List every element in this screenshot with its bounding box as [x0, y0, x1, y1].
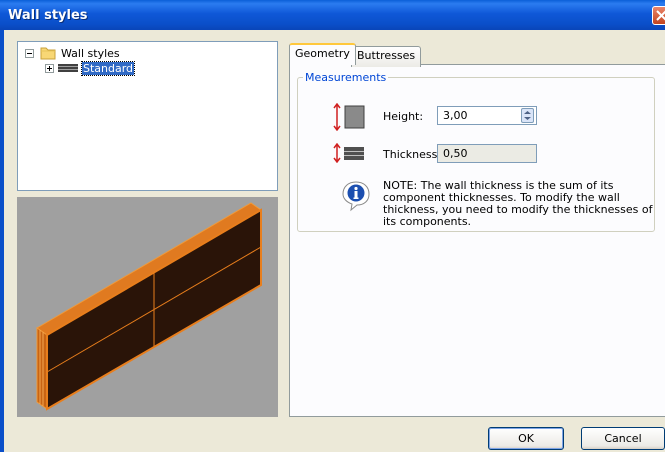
cancel-button[interactable]: Cancel — [581, 427, 665, 450]
height-icon — [333, 103, 365, 131]
wall-3d-preview[interactable] — [17, 197, 278, 417]
info-icon — [342, 181, 370, 212]
expand-icon[interactable] — [45, 63, 54, 73]
collapse-icon[interactable] — [25, 48, 34, 58]
window-title: Wall styles — [8, 8, 88, 23]
wall-model — [36, 202, 262, 411]
tab-geometry[interactable]: Geometry — [289, 43, 356, 65]
close-icon — [656, 10, 665, 21]
tree-node-wall-styles[interactable]: Wall styles — [25, 46, 120, 60]
thickness-field: 0,50 — [437, 144, 537, 163]
styles-tree[interactable]: Wall styles Standard — [17, 41, 278, 191]
tree-node-label: Standard — [80, 60, 136, 76]
thickness-icon — [333, 143, 364, 163]
height-spinner[interactable] — [521, 108, 534, 123]
height-label: Height: — [383, 110, 424, 123]
window-left-border — [0, 30, 4, 452]
folder-icon — [40, 47, 56, 60]
title-bar[interactable]: Wall styles — [0, 0, 665, 30]
tree-node-label: Wall styles — [61, 46, 120, 60]
spin-arrows-icon — [524, 111, 531, 120]
thickness-label: Thickness — [383, 148, 438, 161]
ok-button[interactable]: OK — [488, 427, 564, 450]
wall-styles-dialog: Wall styles Wall styles Standard Geometr… — [0, 0, 665, 452]
measurements-group-label: Measurements — [303, 71, 389, 84]
tree-node-standard[interactable]: Standard — [45, 60, 136, 76]
tab-buttresses[interactable]: Buttresses — [351, 46, 422, 67]
wall-layers-icon — [58, 64, 78, 72]
close-button[interactable] — [652, 6, 665, 25]
thickness-note: NOTE: The wall thickness is the sum of i… — [383, 179, 653, 228]
